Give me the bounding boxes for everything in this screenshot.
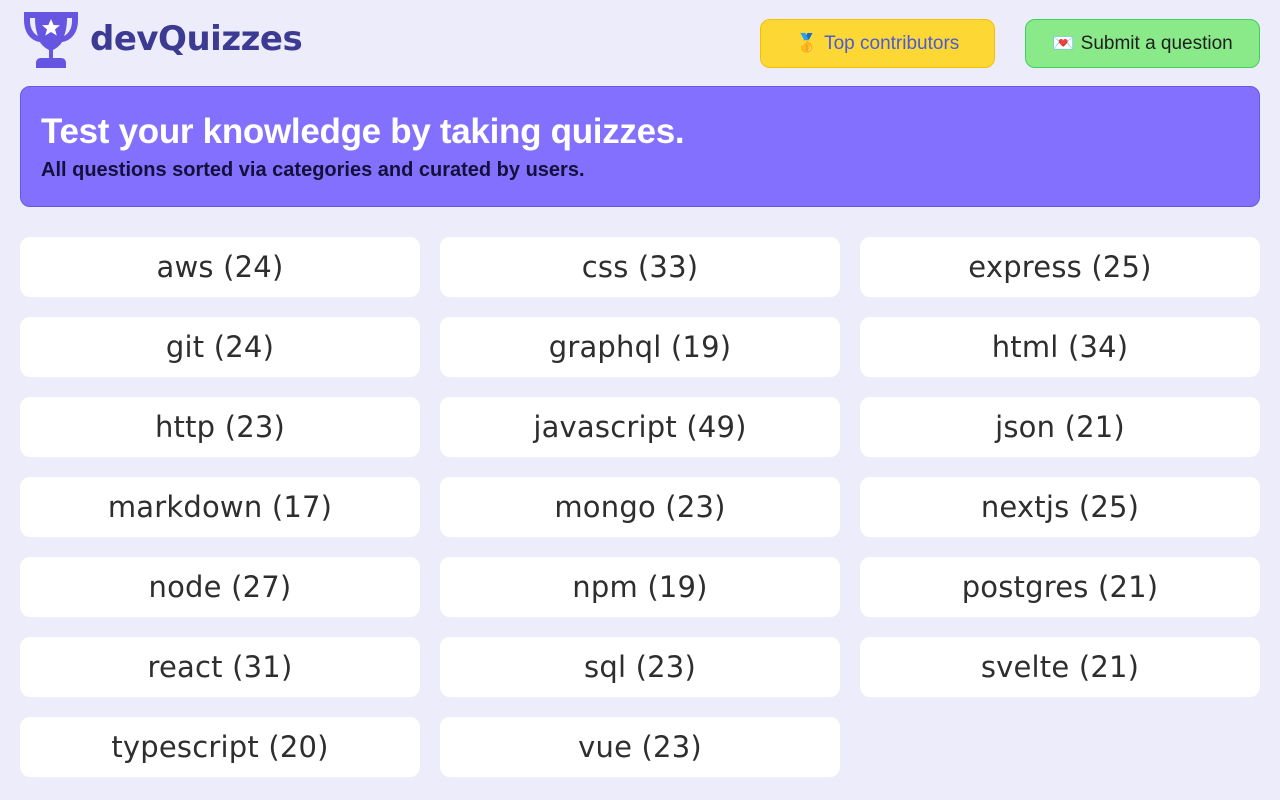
category-card-npm[interactable]: npm (19) xyxy=(440,557,840,617)
category-card-node[interactable]: node (27) xyxy=(20,557,420,617)
brand-name: devQuizzes xyxy=(90,19,303,59)
category-card-vue[interactable]: vue (23) xyxy=(440,717,840,777)
category-card-express[interactable]: express (25) xyxy=(860,237,1260,297)
category-card-aws[interactable]: aws (24) xyxy=(20,237,420,297)
category-card-svelte[interactable]: svelte (21) xyxy=(860,637,1260,697)
submit-question-button[interactable]: 💌 Submit a question xyxy=(1025,19,1260,68)
top-contributors-button[interactable]: 🥇 Top contributors xyxy=(760,19,995,68)
top-contributors-label: Top contributors xyxy=(824,32,960,54)
love-letter-icon: 💌 xyxy=(1052,33,1075,53)
category-card-javascript[interactable]: javascript (49) xyxy=(440,397,840,457)
category-card-react[interactable]: react (31) xyxy=(20,637,420,697)
category-grid: aws (24) css (33) express (25) git (24) … xyxy=(20,237,1260,777)
trophy-icon xyxy=(24,12,78,68)
submit-question-label: Submit a question xyxy=(1080,32,1233,54)
category-card-json[interactable]: json (21) xyxy=(860,397,1260,457)
category-card-typescript[interactable]: typescript (20) xyxy=(20,717,420,777)
medal-icon: 🥇 xyxy=(795,33,819,53)
category-card-css[interactable]: css (33) xyxy=(440,237,840,297)
hero-subtitle: All questions sorted via categories and … xyxy=(41,159,585,181)
category-card-git[interactable]: git (24) xyxy=(20,317,420,377)
category-card-mongo[interactable]: mongo (23) xyxy=(440,477,840,537)
hero-title: Test your knowledge by taking quizzes. xyxy=(41,112,685,151)
category-card-html[interactable]: html (34) xyxy=(860,317,1260,377)
category-card-http[interactable]: http (23) xyxy=(20,397,420,457)
category-card-graphql[interactable]: graphql (19) xyxy=(440,317,840,377)
category-card-markdown[interactable]: markdown (17) xyxy=(20,477,420,537)
category-card-nextjs[interactable]: nextjs (25) xyxy=(860,477,1260,537)
header: devQuizzes 🥇 Top contributors 💌 Submit a… xyxy=(0,0,1280,86)
category-card-sql[interactable]: sql (23) xyxy=(440,637,840,697)
brand-logo-link[interactable]: devQuizzes xyxy=(20,10,303,70)
hero-banner: Test your knowledge by taking quizzes. A… xyxy=(20,86,1260,207)
category-card-postgres[interactable]: postgres (21) xyxy=(860,557,1260,617)
